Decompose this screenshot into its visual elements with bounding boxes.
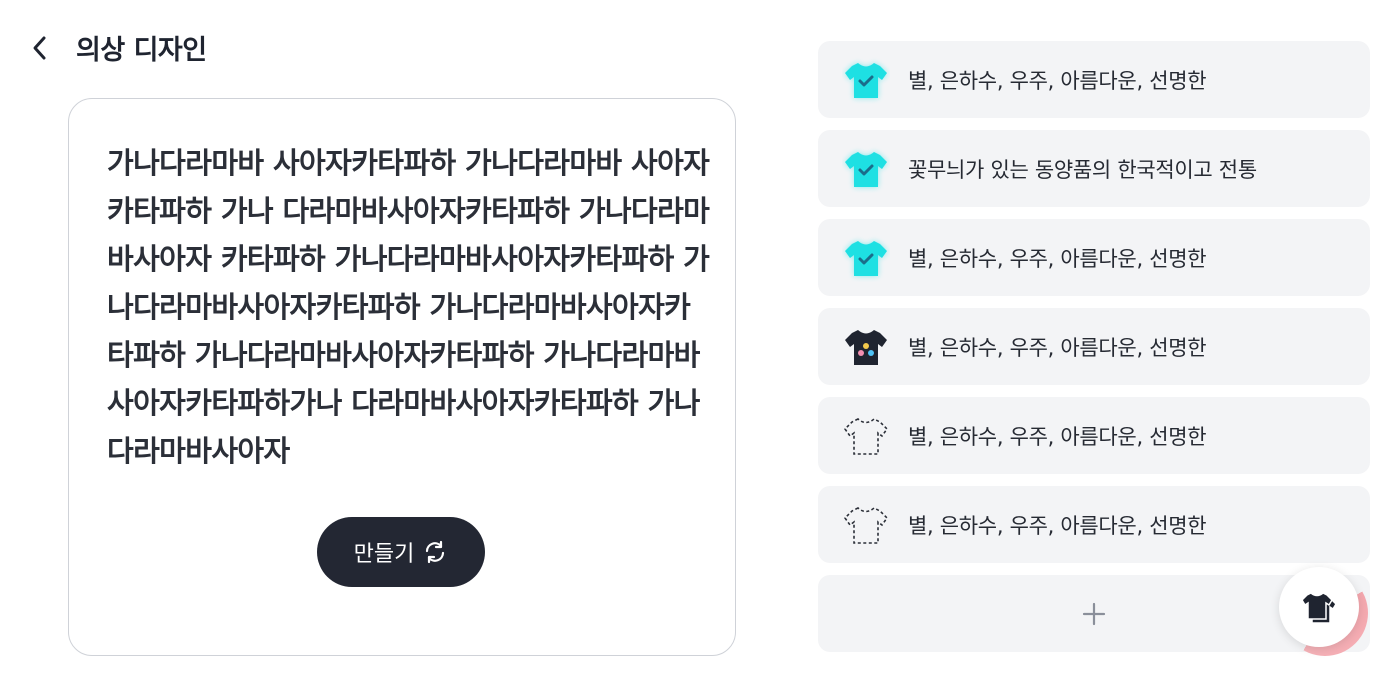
- prompt-text[interactable]: 가나다라마바 사아자카타파하 가나다라마바 사아자카타파하 가나 다라마바사아자…: [107, 139, 711, 475]
- tshirt-check-cyan-icon: [842, 234, 890, 282]
- design-item[interactable]: 별, 은하수, 우주, 아름다운, 선명한: [818, 41, 1370, 118]
- design-item[interactable]: 별, 은하수, 우주, 아름다운, 선명한: [818, 219, 1370, 296]
- prompt-card: 가나다라마바 사아자카타파하 가나다라마바 사아자카타파하 가나 다라마바사아자…: [68, 98, 736, 656]
- make-button-label: 만들기: [353, 542, 415, 567]
- tshirt-check-cyan-icon: [842, 145, 890, 193]
- tshirt-dashed-outline-icon: [842, 412, 890, 460]
- design-label: 별, 은하수, 우주, 아름다운, 선명한: [908, 246, 1207, 271]
- chevron-left-icon: [33, 36, 46, 60]
- design-item[interactable]: 별, 은하수, 우주, 아름다운, 선명한: [818, 397, 1370, 474]
- design-item[interactable]: 꽃무늬가 있는 동양품의 한국적이고 전통: [818, 130, 1370, 207]
- design-item[interactable]: 별, 은하수, 우주, 아름다운, 선명한: [818, 308, 1370, 385]
- tshirt-dark-dots-icon: [842, 323, 890, 371]
- tshirt-check-cyan-icon: [842, 56, 890, 104]
- design-label: 별, 은하수, 우주, 아름다운, 선명한: [908, 335, 1207, 360]
- design-item[interactable]: 별, 은하수, 우주, 아름다운, 선명한: [818, 486, 1370, 563]
- wardrobe-fab-button[interactable]: [1279, 567, 1359, 647]
- tshirt-dashed-outline-icon: [842, 501, 890, 549]
- design-label: 꽃무늬가 있는 동양품의 한국적이고 전통: [908, 157, 1257, 182]
- clothing-design-screen: 의상 디자인 가나다라마바 사아자카타파하 가나다라마바 사아자카타파하 가나 …: [0, 0, 1400, 690]
- back-button[interactable]: [24, 30, 56, 66]
- page-title: 의상 디자인: [76, 35, 207, 66]
- refresh-icon: [426, 540, 445, 564]
- design-label: 별, 은하수, 우주, 아름다운, 선명한: [908, 68, 1207, 93]
- stacked-shirts-icon: [1301, 592, 1337, 624]
- plus-icon: [1082, 602, 1106, 625]
- design-label: 별, 은하수, 우주, 아름다운, 선명한: [908, 424, 1207, 449]
- design-list: 별, 은하수, 우주, 아름다운, 선명한 꽃무늬가 있는 동양품의 한국적이고…: [818, 41, 1370, 652]
- make-button[interactable]: 만들기: [317, 517, 485, 587]
- design-label: 별, 은하수, 우주, 아름다운, 선명한: [908, 513, 1207, 538]
